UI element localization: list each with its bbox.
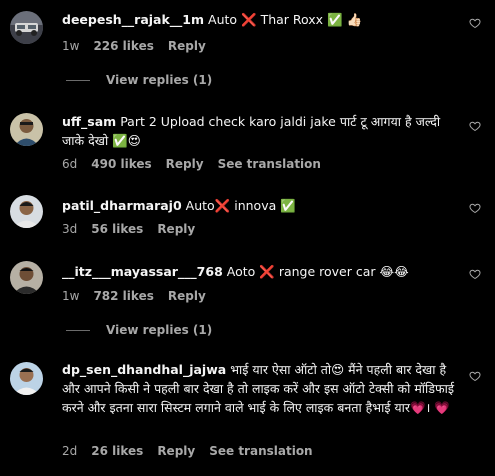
comment-body: Aoto ❌ range rover car 😂😂: [226, 264, 409, 279]
likes-count[interactable]: 26 likes: [91, 444, 143, 458]
username[interactable]: __itz___mayassar___768: [62, 264, 223, 279]
likes-count[interactable]: 226 likes: [93, 39, 153, 53]
reply-button[interactable]: Reply: [166, 157, 204, 171]
avatar[interactable]: [10, 113, 43, 146]
avatar[interactable]: [10, 261, 43, 294]
username[interactable]: patil_dharmaraj0: [62, 198, 182, 213]
reply-button[interactable]: Reply: [168, 289, 206, 303]
reply-divider: [66, 330, 90, 331]
see-translation-button[interactable]: See translation: [218, 157, 321, 171]
comment-body: Auto❌ innova ✅: [185, 198, 296, 213]
see-translation-button[interactable]: See translation: [209, 444, 312, 458]
view-replies-button[interactable]: View replies (1): [66, 323, 212, 337]
comment-text: __itz___mayassar___768 Aoto ❌ range rover…: [62, 262, 455, 281]
reply-button[interactable]: Reply: [157, 444, 195, 458]
avatar[interactable]: [10, 11, 43, 44]
comment-text: deepesh__rajak__1m Auto ❌ Thar Roxx ✅ 👍🏻: [62, 10, 455, 29]
comment-body: Part 2 Upload check karo jaldi jake पार्…: [62, 114, 441, 148]
heart-outline-icon[interactable]: [469, 17, 481, 29]
comment-text: patil_dharmaraj0 Auto❌ innova ✅: [62, 196, 455, 215]
heart-outline-icon[interactable]: [469, 202, 481, 214]
reply-divider: [66, 80, 90, 81]
timestamp: 3d: [62, 222, 78, 236]
likes-count[interactable]: 782 likes: [93, 289, 153, 303]
comment-meta: 2d 26 likes Reply See translation: [62, 444, 327, 458]
timestamp: 2d: [62, 444, 78, 458]
avatar[interactable]: [10, 195, 43, 228]
heart-outline-icon[interactable]: [469, 370, 481, 382]
heart-outline-icon[interactable]: [469, 120, 481, 132]
timestamp: 1w: [62, 289, 80, 303]
username[interactable]: uff_sam: [62, 114, 116, 129]
timestamp: 1w: [62, 39, 80, 53]
username[interactable]: dp_sen_dhandhal_jajwa: [62, 362, 226, 377]
comment-text: dp_sen_dhandhal_jajwa भाई यार ऐसा ऑटो तो😍…: [62, 360, 455, 417]
comment-meta: 1w 782 likes Reply: [62, 289, 220, 303]
view-replies-button[interactable]: View replies (1): [66, 73, 212, 87]
comment-meta: 6d 490 likes Reply See translation: [62, 157, 335, 171]
reply-button[interactable]: Reply: [168, 39, 206, 53]
username[interactable]: deepesh__rajak__1m: [62, 12, 204, 27]
avatar[interactable]: [10, 362, 43, 395]
timestamp: 6d: [62, 157, 78, 171]
comment-meta: 1w 226 likes Reply: [62, 39, 220, 53]
heart-outline-icon[interactable]: [469, 268, 481, 280]
comment-body: Auto ❌ Thar Roxx ✅ 👍🏻: [208, 12, 363, 27]
likes-count[interactable]: 490 likes: [91, 157, 151, 171]
comment-text: uff_sam Part 2 Upload check karo jaldi ja…: [62, 112, 455, 150]
reply-button[interactable]: Reply: [157, 222, 195, 236]
likes-count[interactable]: 56 likes: [91, 222, 143, 236]
comment-meta: 3d 56 likes Reply: [62, 222, 209, 236]
